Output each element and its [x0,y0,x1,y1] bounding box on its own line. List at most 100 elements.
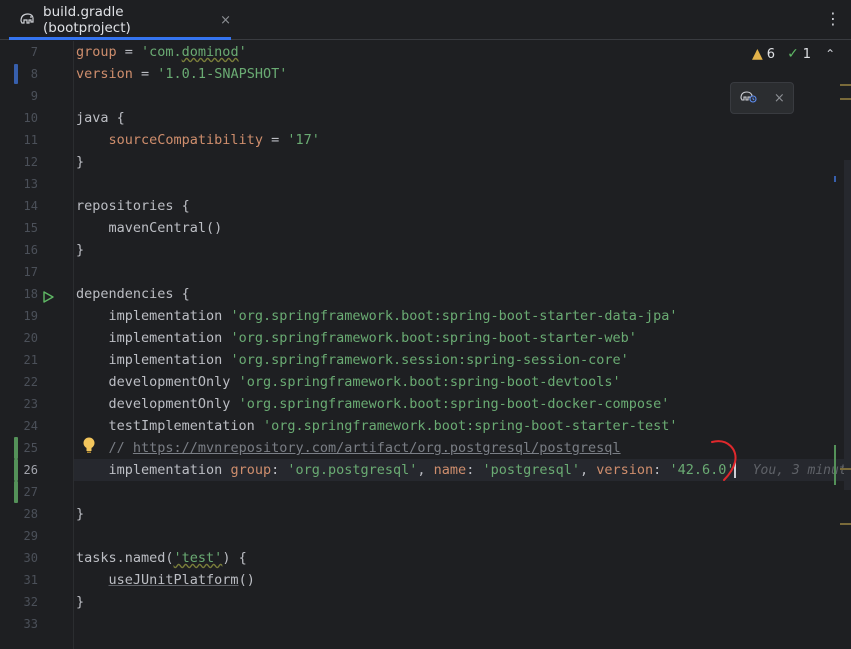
line-number: 16 [23,243,38,257]
line-number: 20 [23,331,38,345]
gutter-row[interactable]: 16 [0,239,74,261]
line-number: 9 [30,89,38,103]
gutter-row[interactable]: 9 [0,85,74,107]
chevron-up-icon[interactable]: ⌃ [825,47,835,61]
line-number: 7 [30,45,38,59]
line-number-gutter: 7 8 9 10 11 12 13 14 15 16 17 18 19 20 21 22 23 24 25 26 27 2… [0,41,74,649]
gutter-row[interactable]: 29 [0,525,74,547]
code-line: tasks.named('test') { [76,550,247,566]
code-line: testImplementation 'org.springframework.… [108,418,678,434]
repository-link[interactable]: https://mvnrepository.com/artifact/org.p… [133,440,621,456]
gradle-reload-popup: × [730,82,794,114]
gutter-row[interactable]: 19 [0,305,74,327]
gradle-reload-icon[interactable] [739,88,757,108]
line-number: 18 [23,287,38,301]
close-icon[interactable]: × [774,91,785,106]
gutter-row[interactable]: 15 [0,217,74,239]
gutter-row[interactable]: 13 [0,173,74,195]
scrollbar-thumb[interactable] [844,160,851,490]
scroll-mark-warning[interactable] [840,84,851,86]
vcs-added-marker[interactable] [14,459,18,481]
scroll-mark-warning[interactable] [840,523,851,525]
code-line: group = 'com.dominod' [76,44,247,60]
line-number: 23 [23,397,38,411]
line-number: 32 [23,595,38,609]
line-number: 25 [23,441,38,455]
line-number: 13 [23,177,38,191]
line-number: 33 [23,617,38,631]
git-blame-inlay: You, 3 minutes ago [752,463,851,478]
warnings-count: 6 [766,46,776,62]
red-annotation-mark [711,440,737,481]
gutter-row[interactable]: 27 [0,481,74,503]
line-number: 27 [23,485,38,499]
gutter-row[interactable]: 30 [0,547,74,569]
line-number: 17 [23,265,38,279]
scroll-mark-added[interactable] [834,445,836,485]
scroll-mark-warning[interactable] [840,468,851,470]
code-line: dependencies { [76,286,190,302]
code-line: } [76,506,85,522]
gutter-row[interactable]: 17 [0,261,74,283]
vcs-added-marker[interactable] [14,481,18,503]
line-number: 29 [23,529,38,543]
inspection-widget[interactable]: ▲ 6 ✓ 1 ⌃ ⌄ [752,44,851,64]
code-line: } [76,594,85,610]
active-tab-indicator [9,37,231,40]
more-options-icon[interactable]: ⋮ [825,10,841,28]
gutter-row[interactable]: 31 [0,569,74,591]
editor-tab-bar: build.gradle (bootproject) × ⋮ [0,0,851,40]
code-line: developmentOnly 'org.springframework.boo… [108,374,621,390]
line-number: 14 [23,199,38,213]
gutter-row[interactable]: 32 [0,591,74,613]
gutter-row[interactable]: 22 [0,371,74,393]
line-number: 31 [23,573,38,587]
gutter-row[interactable]: 24 [0,415,74,437]
scroll-mark-warning[interactable] [840,98,851,100]
code-line: } [76,242,85,258]
line-number: 15 [23,221,38,235]
lightbulb-icon[interactable] [82,436,96,458]
code-line: repositories { [76,198,190,214]
tab-build-gradle[interactable]: build.gradle (bootproject) × [9,0,231,40]
gutter-row[interactable]: 21 [0,349,74,371]
gutter-row[interactable]: 26 [0,459,74,481]
line-number: 24 [23,419,38,433]
gutter-row[interactable]: 8 [0,63,74,85]
code-line: } [76,154,85,170]
scroll-mark-modified[interactable] [834,176,836,182]
line-number: 21 [23,353,38,367]
code-line: useJUnitPlatform() [108,572,255,588]
line-number: 30 [23,551,38,565]
line-number: 8 [30,67,38,81]
gradle-elephant-icon [19,11,35,30]
line-number: 12 [23,155,38,169]
gutter-row[interactable]: 12 [0,151,74,173]
line-number: 28 [23,507,38,521]
gutter-row[interactable]: 10 [0,107,74,129]
gutter-row[interactable]: 25 [0,437,74,459]
code-line: sourceCompatibility = '17' [108,132,320,148]
gutter-row[interactable]: 23 [0,393,74,415]
gutter-row[interactable]: 28 [0,503,74,525]
gutter-row[interactable]: 33 [0,613,74,635]
code-editor[interactable]: group = 'com.dominod' version = '1.0.1-S… [74,41,851,649]
code-line: mavenCentral() [108,220,223,236]
code-line: developmentOnly 'org.springframework.boo… [108,396,670,412]
code-line: implementation 'org.springframework.boot… [108,308,678,324]
gutter-row[interactable]: 20 [0,327,74,349]
line-number: 26 [23,463,38,477]
ok-count: 1 [802,46,812,62]
gutter-row[interactable]: 18 [0,283,74,305]
vcs-added-marker[interactable] [14,437,18,459]
close-icon[interactable]: × [220,13,231,28]
code-line: implementation 'org.springframework.boot… [108,330,637,346]
gutter-row[interactable]: 14 [0,195,74,217]
gutter-row[interactable]: 11 [0,129,74,151]
vcs-modified-marker[interactable] [14,64,18,84]
gutter-row[interactable]: 7 [0,41,74,63]
checkmark-icon: ✓ [787,46,799,62]
line-number: 11 [23,133,38,147]
code-line: implementation 'org.springframework.sess… [108,352,629,368]
line-number: 22 [23,375,38,389]
